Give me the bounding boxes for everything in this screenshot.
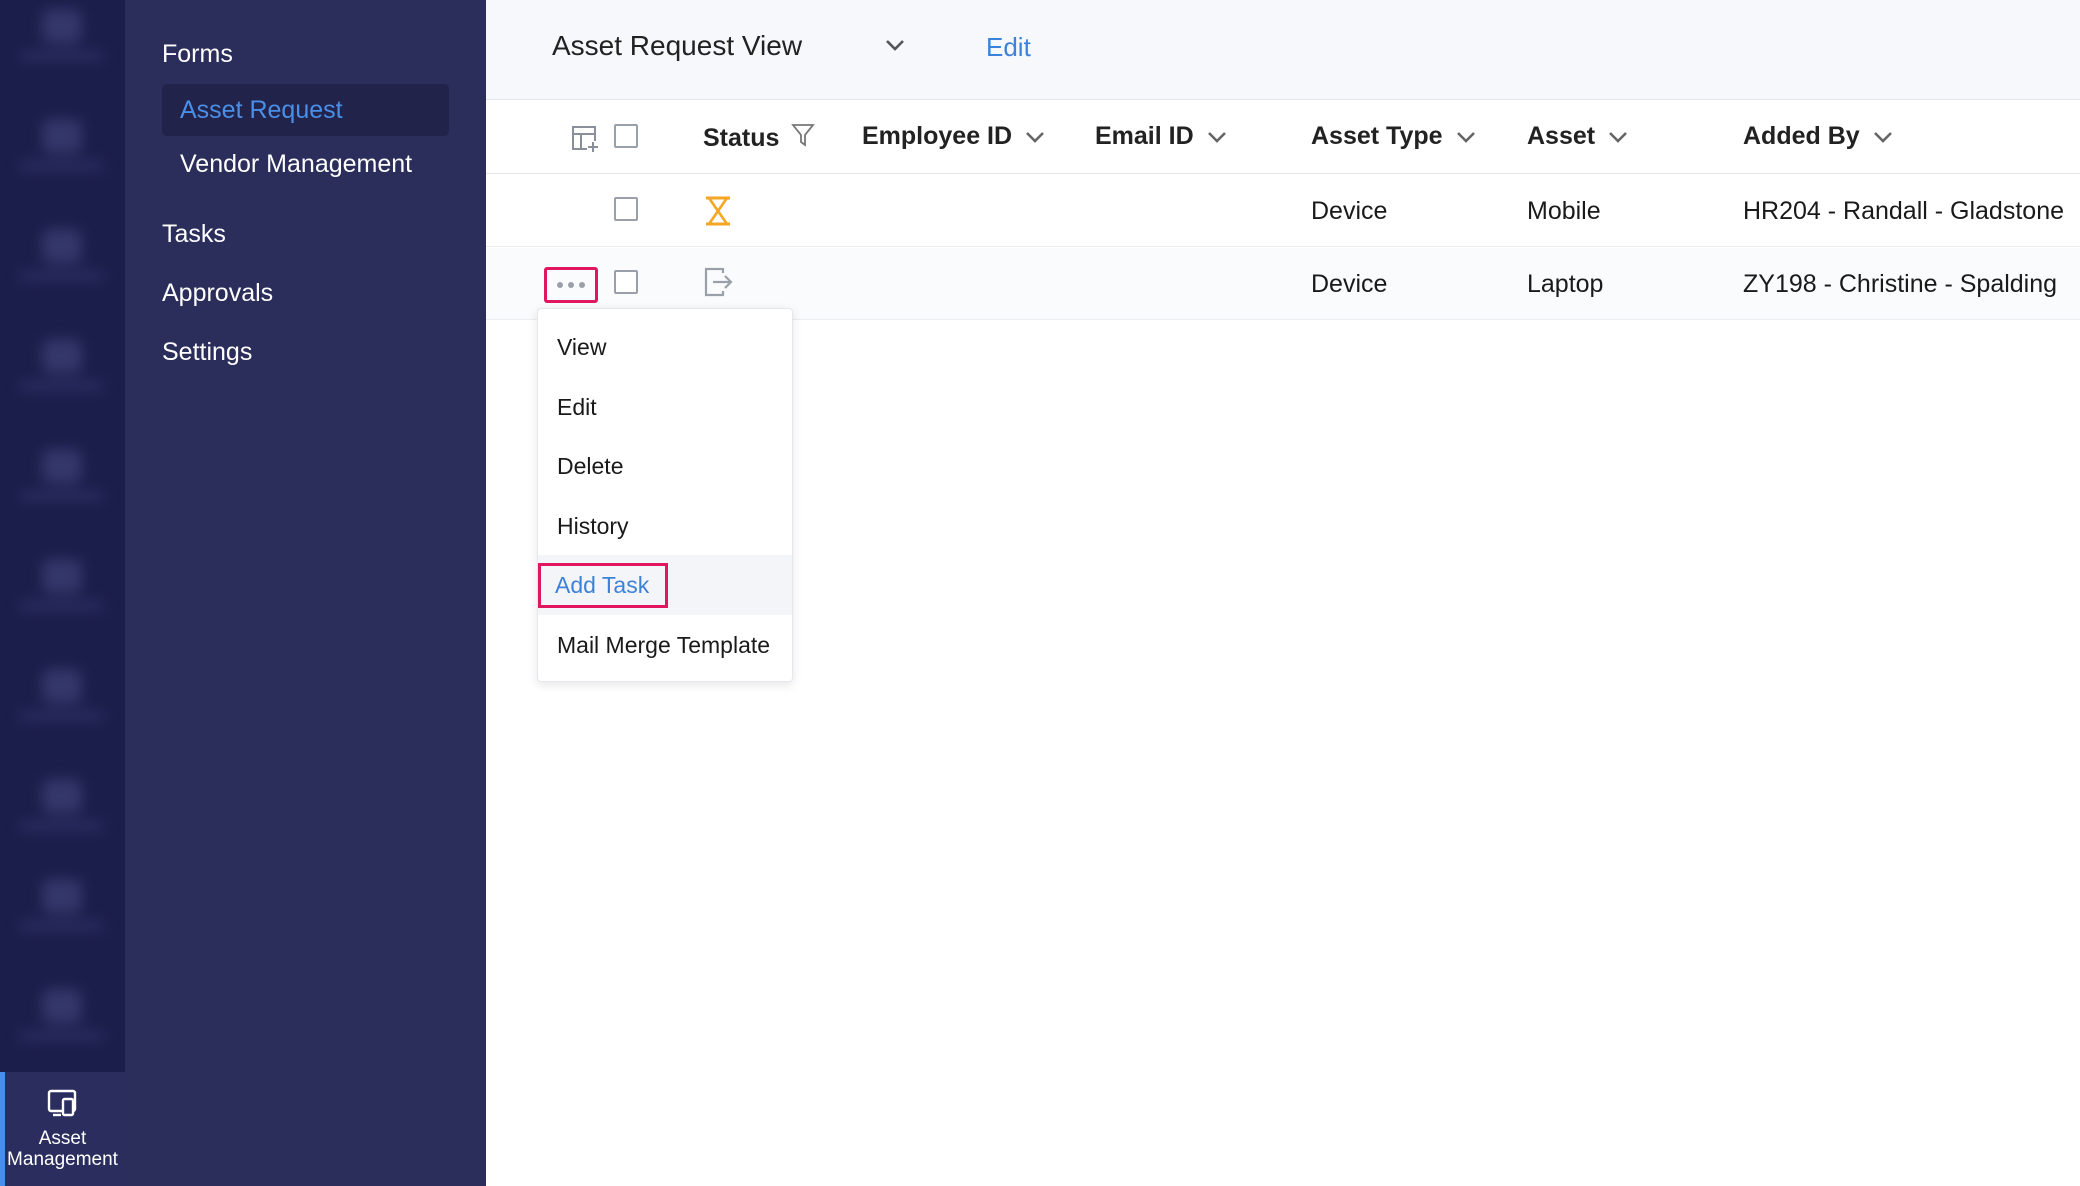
menu-item-view[interactable]: View (538, 317, 792, 377)
menu-item-label: Mail Merge Template (557, 631, 771, 658)
cell-asset-type: Device (1311, 197, 1388, 225)
view-title[interactable]: Asset Request View (552, 30, 802, 62)
chevron-down-icon[interactable] (1872, 122, 1894, 151)
menu-item-add-task[interactable]: Add Task (538, 555, 792, 615)
rail-item-blurred[interactable] (12, 0, 112, 70)
dot (568, 282, 574, 288)
column-label: Status (703, 124, 780, 152)
chevron-down-icon[interactable] (1024, 122, 1046, 151)
menu-item-label: Delete (557, 452, 624, 479)
filter-icon[interactable] (791, 122, 816, 155)
menu-item-label: History (557, 512, 629, 539)
menu-item-history[interactable]: History (538, 496, 792, 556)
sidebar-item-approvals[interactable]: Approvals (162, 279, 273, 308)
select-all-checkbox[interactable] (614, 124, 638, 148)
menu-item-label: Add Task (538, 562, 669, 608)
hourglass-icon (703, 195, 733, 232)
rail-item-blurred[interactable] (12, 330, 112, 400)
main-content: Asset Request View Edit Status Employee … (486, 0, 2080, 1186)
row-actions-menu: View Edit Delete History Add Task Mail M… (537, 308, 793, 682)
cell-added-by: HR204 - Randall - Gladstone (1743, 197, 2064, 225)
sidebar-item-asset-request[interactable]: Asset Request (162, 84, 449, 136)
column-header-email-id[interactable]: Email ID (1095, 122, 1228, 151)
column-label: Employee ID (862, 122, 1013, 150)
column-header-asset[interactable]: Asset (1527, 122, 1629, 151)
rail-item-blurred[interactable] (12, 550, 112, 620)
menu-item-label: Edit (557, 393, 597, 420)
chevron-down-icon[interactable] (1607, 122, 1629, 151)
sidebar-item-settings[interactable]: Settings (162, 338, 252, 367)
rail-item-blurred[interactable] (12, 770, 112, 840)
rail-active-label: Asset Management (7, 1127, 118, 1170)
rail-item-blurred[interactable] (12, 110, 112, 180)
chevron-down-icon[interactable] (884, 38, 906, 57)
row-more-actions-button[interactable] (544, 267, 598, 303)
rail-item-asset-management[interactable]: Asset Management (0, 1072, 125, 1186)
chevron-down-icon[interactable] (1206, 122, 1228, 151)
cell-asset: Laptop (1527, 270, 1604, 298)
menu-item-mail-merge-template[interactable]: Mail Merge Template (538, 615, 792, 675)
menu-item-label: View (557, 333, 607, 360)
rail-item-blurred[interactable] (12, 870, 112, 940)
rail-item-blurred[interactable] (12, 980, 112, 1050)
edit-view-link[interactable]: Edit (986, 32, 1031, 63)
column-header-status[interactable]: Status (703, 122, 816, 155)
dot (557, 282, 563, 288)
sidebar-heading-forms[interactable]: Forms (162, 40, 233, 69)
view-header: Asset Request View Edit (486, 0, 2080, 100)
menu-item-edit[interactable]: Edit (538, 377, 792, 437)
cell-asset-type: Device (1311, 270, 1388, 298)
cell-added-by: ZY198 - Christine - Spalding (1743, 270, 2058, 298)
row-checkbox[interactable] (614, 197, 638, 221)
column-label: Asset Type (1311, 122, 1443, 150)
rail-item-blurred[interactable] (12, 440, 112, 510)
forward-arrow-icon (703, 266, 735, 303)
table-row[interactable]: Device Mobile HR204 - Randall - Gladston… (486, 175, 2080, 247)
column-label: Asset (1527, 122, 1596, 150)
chevron-down-icon[interactable] (1455, 122, 1477, 151)
column-label: Added By (1743, 122, 1860, 150)
dot (579, 282, 585, 288)
cell-asset: Mobile (1527, 197, 1601, 225)
sidebar: Forms Asset Request Vendor Management Ta… (125, 0, 486, 1186)
table-header: Status Employee ID Email ID Asset Type A… (486, 100, 2080, 174)
column-header-employee-id[interactable]: Employee ID (862, 122, 1046, 151)
menu-item-delete[interactable]: Delete (538, 436, 792, 496)
rail-item-blurred[interactable] (12, 660, 112, 730)
sidebar-item-tasks[interactable]: Tasks (162, 220, 226, 249)
sidebar-item-vendor-management[interactable]: Vendor Management (162, 138, 449, 190)
asset-management-icon (47, 1089, 79, 1124)
rail-item-blurred[interactable] (12, 220, 112, 290)
app-rail: Asset Management (0, 0, 125, 1186)
column-label: Email ID (1095, 122, 1194, 150)
row-checkbox[interactable] (614, 270, 638, 294)
column-header-added-by[interactable]: Added By (1743, 122, 1894, 151)
column-header-asset-type[interactable]: Asset Type (1311, 122, 1477, 151)
active-indicator (0, 1072, 5, 1186)
column-settings-icon[interactable] (570, 124, 600, 159)
